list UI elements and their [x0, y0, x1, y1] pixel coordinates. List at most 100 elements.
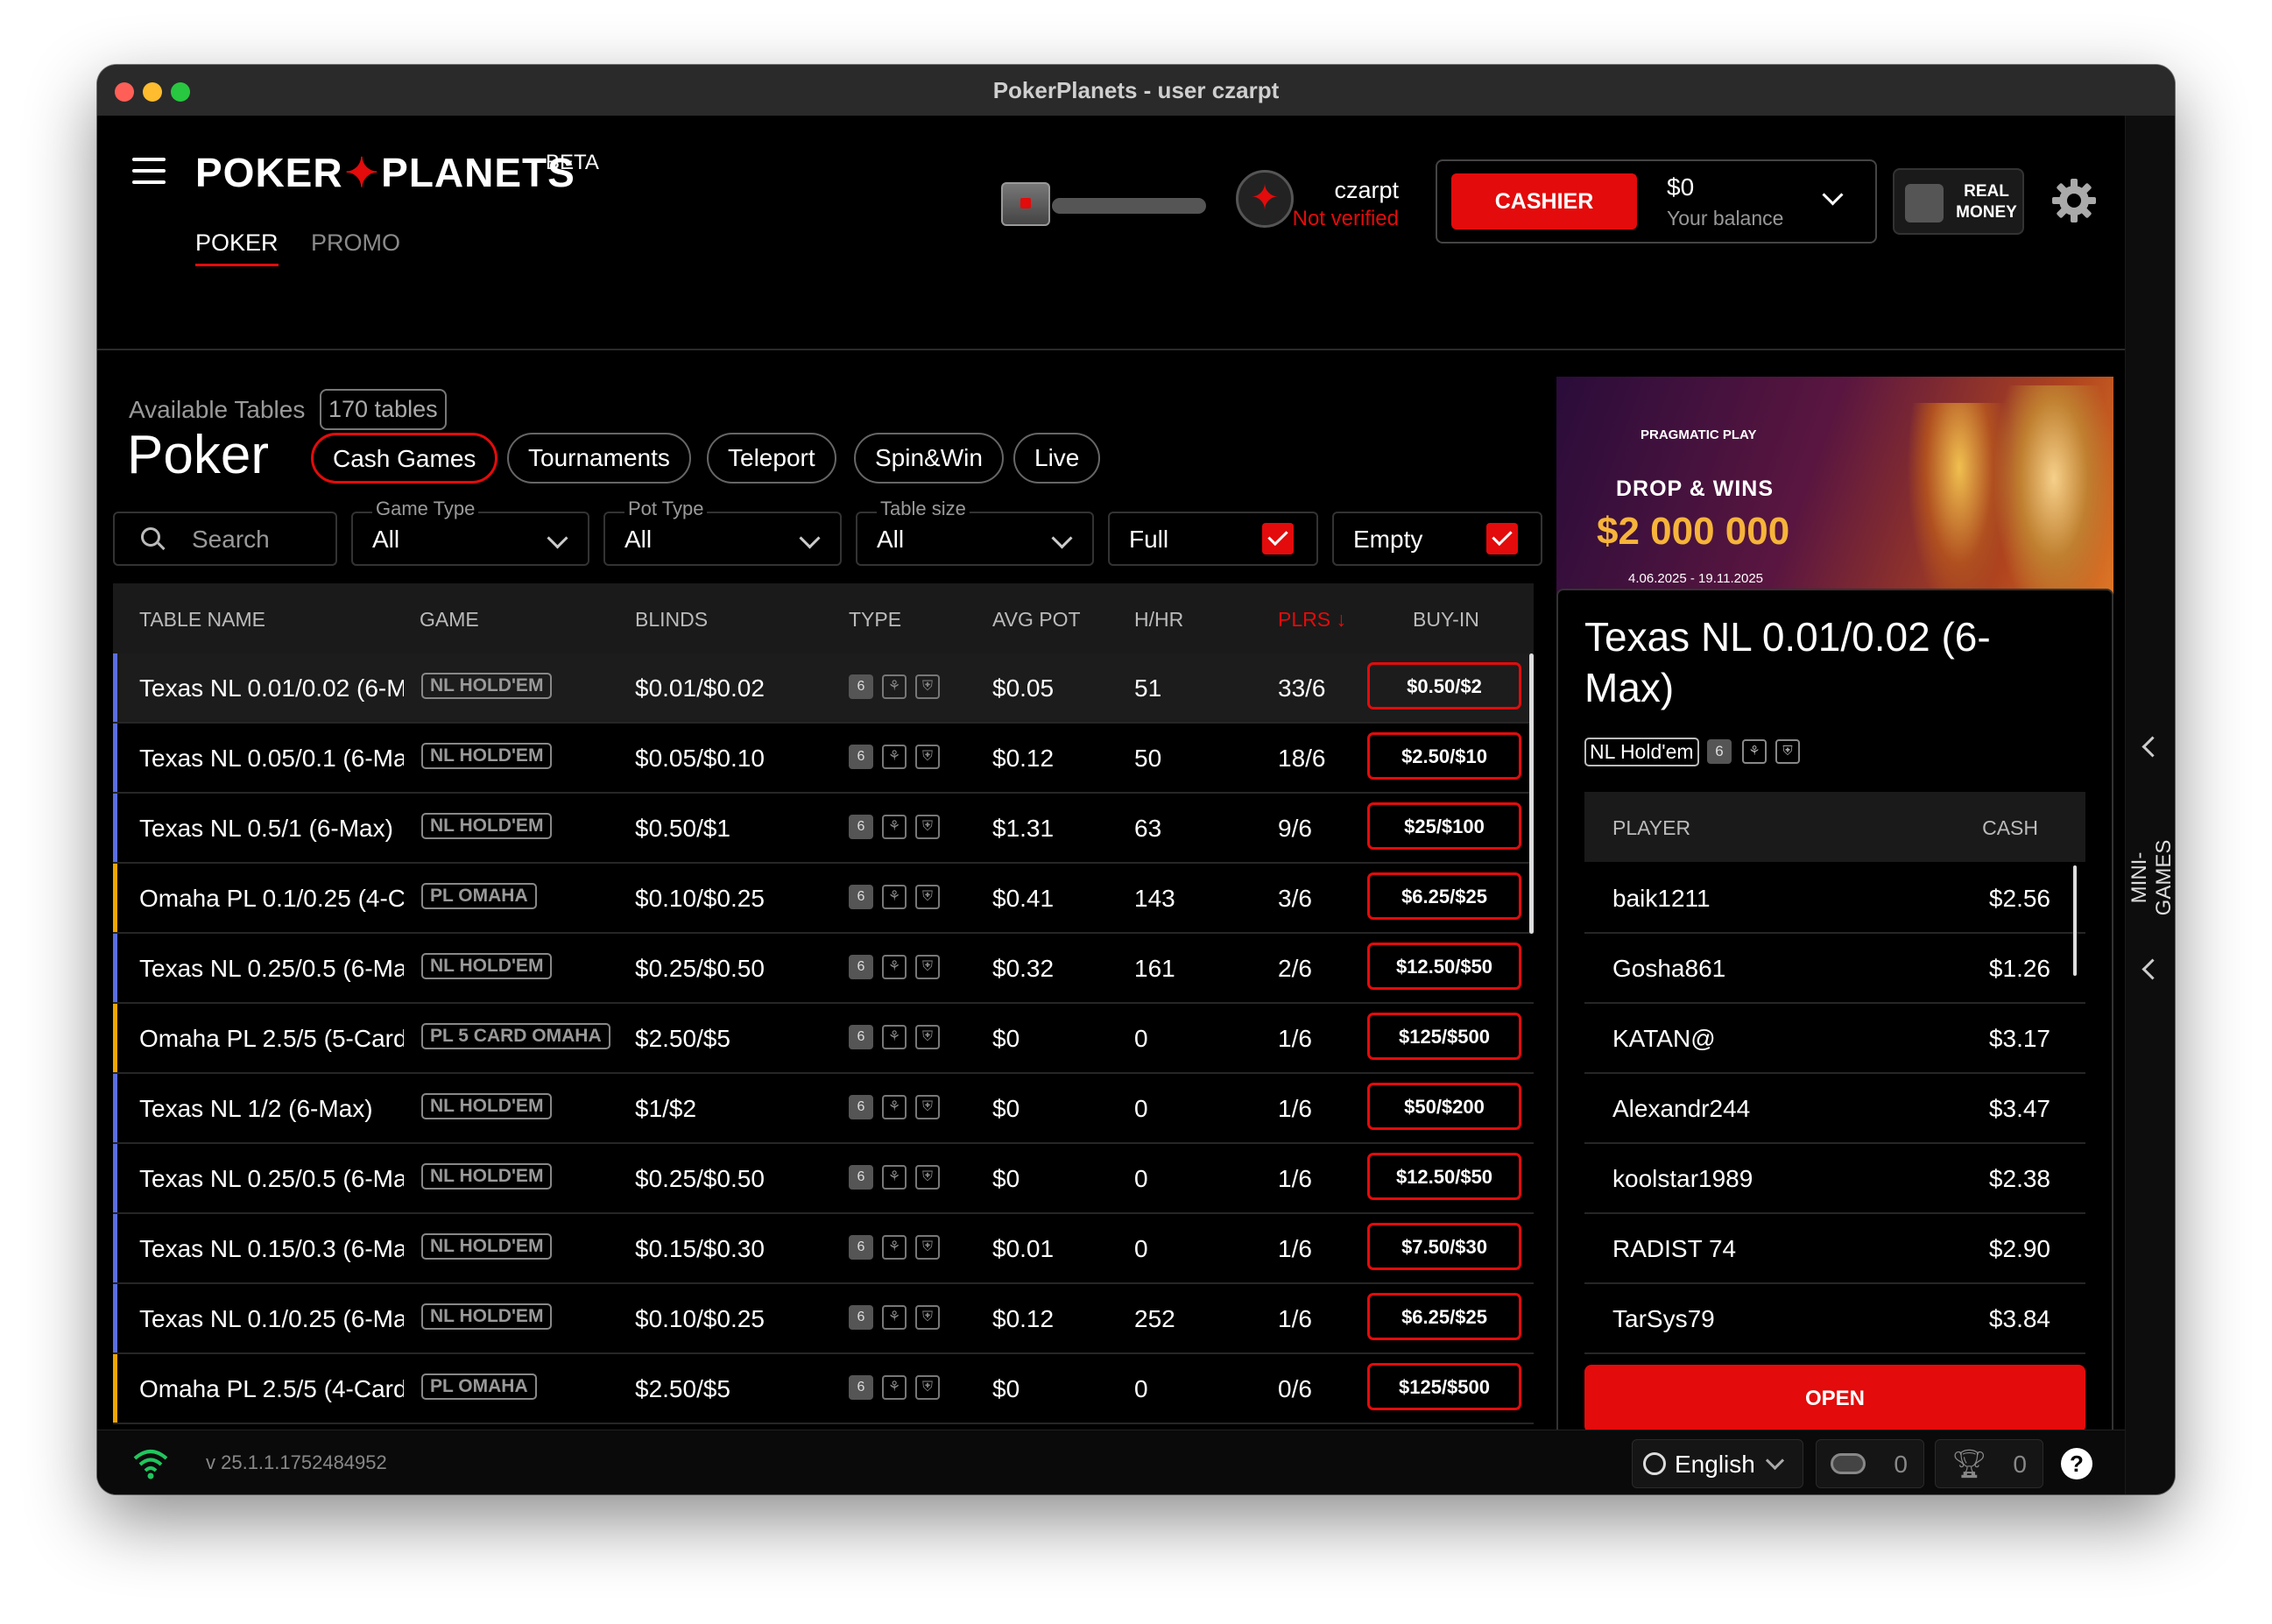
mini-games-strip[interactable]: MINI-GAMES	[2125, 116, 2175, 1494]
buy-in-button[interactable]: $0.50/$2	[1367, 662, 1521, 710]
hamburger-menu-icon[interactable]	[132, 158, 166, 184]
hands-per-hour: 0	[1134, 1165, 1148, 1192]
table-size-icon: 6	[849, 674, 873, 699]
rabbit-icon: ⚘	[882, 674, 907, 699]
treasure-chest-icon[interactable]	[1001, 182, 1050, 226]
buy-in-button[interactable]: $7.50/$30	[1367, 1223, 1521, 1270]
logo-text-poker: POKER	[195, 150, 343, 195]
chevron-left-icon[interactable]	[2141, 736, 2163, 758]
col-hands-per-hour[interactable]: H/HR	[1134, 608, 1183, 632]
nav-tab-promo[interactable]: PROMO	[311, 229, 400, 257]
table-row[interactable]: Texas NL 0.05/0.1 (6-Max) NL HOLD'EM $0.05…	[113, 724, 1534, 794]
help-button[interactable]: ?	[2043, 1439, 2113, 1488]
hands-per-hour: 143	[1134, 885, 1175, 912]
full-checkbox[interactable]	[1262, 523, 1294, 554]
empty-label: Empty	[1353, 526, 1423, 553]
table-row[interactable]: Texas NL 0.15/0.3 (6-Max) NL HOLD'EM $0.15…	[113, 1214, 1534, 1284]
rabbit-icon: ⚘	[882, 745, 907, 769]
real-money-toggle[interactable]: REAL MONEY	[1893, 168, 2024, 235]
table-row[interactable]: Texas NL 0.5/1 (6-Max) NL HOLD'EM $0.50/$1…	[113, 794, 1534, 864]
status-bar: v 25.1.1.1752484952 English 0 🏆︎ 0 ?	[97, 1430, 2126, 1494]
tab-cash-games[interactable]: Cash Games	[311, 433, 498, 484]
buy-in-button[interactable]: $12.50/$50	[1367, 943, 1521, 990]
col-table-name[interactable]: TABLE NAME	[139, 608, 265, 632]
rabbit-icon: ⚘	[882, 955, 907, 979]
language-select[interactable]: English	[1632, 1439, 1803, 1488]
verify-status[interactable]: Not verified	[1293, 207, 1399, 231]
real-money-label-2: MONEY	[1956, 203, 2017, 222]
table-row[interactable]: Texas NL 0.01/0.02 (6-Max) NL HOLD'EM $0.0…	[113, 653, 1534, 724]
gear-icon[interactable]	[2050, 177, 2098, 224]
col-game[interactable]: GAME	[420, 608, 479, 632]
balance-chevron-down-icon[interactable]	[1822, 184, 1844, 206]
real-money-label-1: REAL	[1964, 182, 2009, 201]
table-row[interactable]: Omaha PL 0.1/0.25 (4-Card) PL OMAHA $0.10/…	[113, 864, 1534, 934]
table-row[interactable]: Omaha PL 2.5/5 (5-Card) PL 5 CARD OMAHA $2…	[113, 1004, 1534, 1074]
available-tables-label: Available Tables	[129, 396, 306, 423]
game-tag: NL HOLD'EM	[421, 953, 553, 979]
buy-in-button[interactable]: $2.50/$10	[1367, 732, 1521, 780]
tab-tournaments[interactable]: Tournaments	[507, 433, 691, 484]
col-buy-in[interactable]: BUY-IN	[1413, 608, 1479, 632]
table-row[interactable]: Texas NL 1/2 (6-Max) NL HOLD'EM $1/$2 6 ⚘ ⛨ $0…	[113, 1074, 1534, 1144]
avg-pot: $1.31	[992, 815, 1055, 842]
empty-checkbox[interactable]	[1486, 523, 1518, 554]
trophy-counter[interactable]: 🏆︎ 0	[1935, 1439, 2043, 1488]
pot-type-select[interactable]: Pot Type All	[603, 498, 842, 566]
players-count: 18/6	[1278, 745, 1326, 772]
blinds: $1/$2	[635, 1095, 697, 1122]
avatar[interactable]: ✦	[1236, 170, 1294, 228]
col-players[interactable]: PLRS ↓	[1278, 608, 1346, 632]
col-avg-pot[interactable]: AVG POT	[992, 608, 1081, 632]
table-scrollbar[interactable]	[1529, 653, 1534, 934]
buy-in-button[interactable]: $6.25/$25	[1367, 1293, 1521, 1340]
table-row[interactable]: Omaha PL 2.5/5 (4-Card) PL OMAHA $2.50/$5 6…	[113, 1354, 1534, 1424]
col-blinds[interactable]: BLINDS	[635, 608, 708, 632]
cashier-button[interactable]: CASHIER	[1451, 173, 1637, 229]
full-filter[interactable]: Full	[1108, 512, 1318, 566]
search-input[interactable]: Search	[113, 512, 337, 566]
blinds: $0.01/$0.02	[635, 674, 765, 702]
poker-planets-logo[interactable]: POKER✦PLANETS	[195, 149, 575, 196]
buy-in-button[interactable]: $25/$100	[1367, 802, 1521, 850]
game-type-select[interactable]: Game Type All	[351, 498, 589, 566]
active-tab-underline	[195, 264, 279, 266]
balance-box[interactable]: CASHIER $0 Your balance	[1436, 159, 1877, 244]
player-row: koolstar1989 $2.38	[1584, 1144, 2085, 1214]
avg-pot: $0	[992, 1165, 1020, 1192]
table-row[interactable]: Texas NL 0.1/0.25 (6-Max) NL HOLD'EM $0.10…	[113, 1284, 1534, 1354]
table-name: Texas NL 0.1/0.25 (6-Max)	[139, 1305, 404, 1332]
mini-games-label[interactable]: MINI-GAMES	[2127, 816, 2175, 939]
players-count: 3/6	[1278, 885, 1312, 912]
open-table-button[interactable]: OPEN	[1584, 1365, 2085, 1433]
players-scroll-thumb[interactable]	[2073, 865, 2077, 976]
buy-in-button[interactable]: $50/$200	[1367, 1083, 1521, 1130]
game-color-bar	[113, 1214, 117, 1282]
chips-counter[interactable]: 0	[1816, 1439, 1924, 1488]
player-name: baik1211	[1612, 885, 1711, 912]
tab-live[interactable]: Live	[1013, 433, 1101, 484]
table-row[interactable]: Texas NL 0.25/0.5 (6-Max) NL HOLD'EM $0.25…	[113, 1144, 1534, 1214]
buy-in-button[interactable]: $6.25/$25	[1367, 872, 1521, 920]
table-name: Omaha PL 0.1/0.25 (4-Card)	[139, 885, 404, 912]
table-size-value: All	[877, 526, 905, 553]
chevron-left-icon[interactable]	[2141, 958, 2163, 980]
buy-in-button[interactable]: $125/$500	[1367, 1363, 1521, 1410]
player-cash: $3.17	[1988, 1025, 2050, 1052]
player-name: Alexandr244	[1612, 1095, 1751, 1122]
shield-icon: ⛨	[915, 745, 940, 769]
table-size-select[interactable]: Table size All	[856, 498, 1094, 566]
table-name: Texas NL 0.01/0.02 (6-Max)	[139, 674, 404, 702]
game-color-bar	[113, 794, 117, 862]
nav-tab-poker[interactable]: POKER	[195, 229, 279, 266]
tab-spin-and-win[interactable]: Spin&Win	[854, 433, 1004, 484]
buy-in-button[interactable]: $12.50/$50	[1367, 1153, 1521, 1200]
tab-teleport[interactable]: Teleport	[707, 433, 836, 484]
col-type[interactable]: TYPE	[849, 608, 901, 632]
game-tag: NL HOLD'EM	[421, 1233, 553, 1260]
empty-filter[interactable]: Empty	[1332, 512, 1542, 566]
table-row[interactable]: Texas NL 0.25/0.5 (6-Max) NL HOLD'EM $0.25…	[113, 934, 1534, 1004]
promo-banner[interactable]: PRAGMATIC PLAY DROP & WINS $2 000 000 4.…	[1556, 377, 2113, 618]
avg-pot: $0.12	[992, 745, 1055, 772]
buy-in-button[interactable]: $125/$500	[1367, 1013, 1521, 1060]
